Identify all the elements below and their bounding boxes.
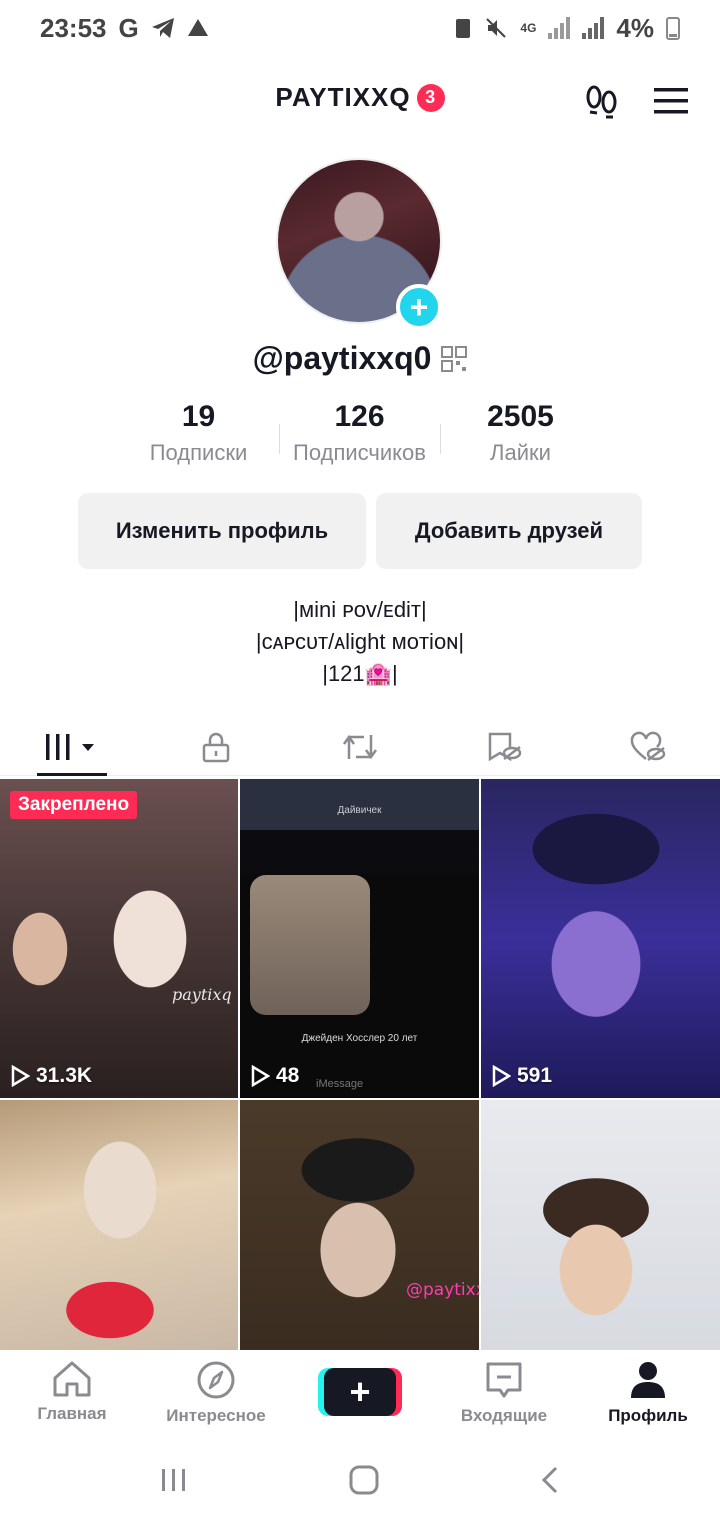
phone-input: iMessage bbox=[316, 1078, 364, 1090]
battery-percent: 4% bbox=[616, 12, 654, 43]
bottom-nav: Главная Интересное + Входящие Профиль bbox=[0, 1352, 720, 1440]
heart-hidden-icon bbox=[630, 731, 666, 761]
mute-icon bbox=[486, 18, 507, 38]
video-thumbnail[interactable]: Дайвичек Джейден Хосслер 20 лет iMessage… bbox=[240, 779, 479, 1098]
account-switcher[interactable]: PAYTIXXQ 3 bbox=[275, 82, 445, 113]
footprints-icon[interactable] bbox=[582, 82, 622, 122]
menu-icon[interactable] bbox=[652, 82, 690, 120]
signal-icon-2 bbox=[582, 17, 605, 39]
google-icon: G bbox=[118, 12, 139, 43]
video-thumbnail[interactable]: Закреплено paytixq 31.3K bbox=[0, 779, 238, 1098]
warning-icon bbox=[187, 19, 208, 36]
add-friends-button[interactable]: Добавить друзей bbox=[376, 493, 642, 569]
video-watermark: paytixq bbox=[172, 985, 232, 1004]
content-tabs bbox=[0, 718, 720, 776]
nav-discover[interactable]: Интересное bbox=[144, 1352, 288, 1440]
grid-icon bbox=[46, 733, 94, 760]
system-nav bbox=[0, 1440, 720, 1520]
play-icon bbox=[251, 1065, 270, 1087]
followers-label: Подписчиков bbox=[293, 440, 426, 465]
video-thumbnail[interactable] bbox=[481, 1100, 720, 1350]
likes-stat[interactable]: 2505 Лайки bbox=[440, 400, 601, 466]
nav-create[interactable]: + bbox=[288, 1352, 432, 1440]
username-title: PAYTIXXQ bbox=[275, 82, 411, 112]
bio-line: |ᴍini ᴘᴏᴠ/ᴇdiᴛ| bbox=[293, 597, 427, 622]
pinned-badge: Закреплено bbox=[10, 791, 138, 819]
view-count: 31.3K bbox=[10, 1064, 92, 1088]
tab-videos[interactable] bbox=[0, 718, 144, 776]
play-icon bbox=[492, 1065, 511, 1087]
recent-apps-icon[interactable] bbox=[159, 1466, 189, 1494]
compass-icon bbox=[197, 1361, 235, 1399]
followers-count: 126 bbox=[334, 400, 385, 433]
person-icon bbox=[631, 1362, 665, 1398]
tab-reposts[interactable] bbox=[288, 718, 432, 775]
video-thumbnail[interactable]: @paytixxq bbox=[240, 1100, 479, 1350]
telegram-icon bbox=[151, 18, 174, 38]
profile-stats: 19 Подписки 126 Подписчиков 2505 Лайки bbox=[118, 400, 602, 466]
bio-line: |121🏩| bbox=[322, 661, 398, 686]
bookmark-hidden-icon bbox=[488, 732, 522, 761]
bio-line: |ᴄᴀᴘᴄᴜᴛ/ᴀlight ᴍᴏᴛiᴏɴ| bbox=[255, 629, 465, 654]
nav-discover-label: Интересное bbox=[166, 1406, 266, 1425]
view-count: 48 bbox=[250, 1064, 299, 1088]
edit-profile-button[interactable]: Изменить профиль bbox=[78, 493, 366, 569]
profile-bio: |ᴍini ᴘᴏᴠ/ᴇdiᴛ| |ᴄᴀᴘᴄᴜᴛ/ᴀlight ᴍᴏᴛiᴏɴ| |… bbox=[0, 594, 720, 690]
signal-icon bbox=[548, 17, 571, 39]
add-avatar-button[interactable]: + bbox=[396, 284, 442, 330]
nav-home[interactable]: Главная bbox=[0, 1352, 144, 1440]
video-watermark: @paytixxq bbox=[406, 1280, 479, 1300]
video-thumbnail[interactable]: 591 bbox=[481, 779, 720, 1098]
repost-icon bbox=[342, 734, 378, 759]
back-icon[interactable] bbox=[539, 1465, 561, 1495]
nav-inbox-label: Входящие bbox=[460, 1406, 548, 1425]
profile-handle: @paytixxq0 bbox=[252, 340, 432, 376]
likes-count: 2505 bbox=[487, 400, 554, 433]
notification-badge: 3 bbox=[416, 83, 445, 112]
likes-label: Лайки bbox=[490, 440, 551, 465]
status-time: 23:53 bbox=[40, 12, 107, 43]
phone-caption: Джейден Хосслер 20 лет bbox=[301, 1033, 418, 1044]
home-button-icon[interactable] bbox=[348, 1464, 380, 1496]
view-count-value: 31.3K bbox=[36, 1064, 93, 1087]
lock-icon bbox=[202, 732, 230, 762]
nav-profile-label: Профиль bbox=[608, 1406, 688, 1425]
view-count-value: 591 bbox=[517, 1064, 553, 1087]
tab-private[interactable] bbox=[144, 718, 288, 775]
play-icon bbox=[11, 1065, 30, 1087]
battery-saver-icon bbox=[456, 19, 471, 38]
status-bar: 23:53 G 4G 4% bbox=[0, 0, 720, 56]
nav-home-label: Главная bbox=[37, 1404, 107, 1423]
phone-contact-name: Дайвичек bbox=[337, 805, 382, 816]
qr-code-icon[interactable] bbox=[441, 345, 468, 372]
tab-liked[interactable] bbox=[576, 718, 720, 775]
profile-header: PAYTIXXQ 3 bbox=[0, 70, 720, 130]
tab-saved[interactable] bbox=[432, 718, 576, 775]
view-count-value: 48 bbox=[276, 1064, 300, 1087]
following-count: 19 bbox=[181, 400, 216, 433]
following-label: Подписки bbox=[149, 440, 248, 465]
following-stat[interactable]: 19 Подписки bbox=[118, 400, 279, 466]
followers-stat[interactable]: 126 Подписчиков bbox=[279, 400, 440, 466]
view-count: 591 bbox=[491, 1064, 552, 1088]
plus-icon: + bbox=[324, 1368, 396, 1416]
video-thumbnail[interactable] bbox=[0, 1100, 238, 1350]
battery-icon bbox=[666, 17, 680, 40]
nav-inbox[interactable]: Входящие bbox=[432, 1352, 576, 1440]
home-icon bbox=[53, 1361, 91, 1397]
create-button[interactable]: + bbox=[318, 1368, 402, 1416]
inbox-icon bbox=[486, 1362, 522, 1398]
video-grid: Закреплено paytixq 31.3K Дайвичек Джейде… bbox=[0, 779, 720, 1350]
network-type: 4G bbox=[520, 21, 537, 35]
nav-profile[interactable]: Профиль bbox=[576, 1352, 720, 1440]
